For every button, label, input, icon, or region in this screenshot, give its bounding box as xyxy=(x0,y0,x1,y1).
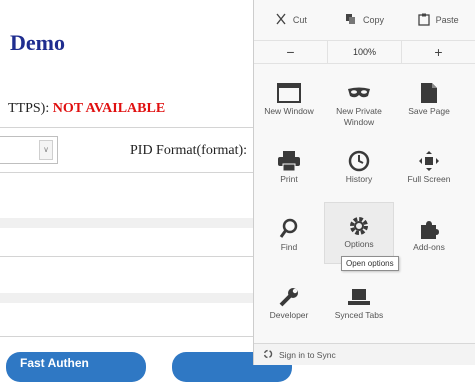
print-label: Print xyxy=(280,174,298,184)
sync-icon xyxy=(263,349,273,361)
sign-in-label: Sign in to Sync xyxy=(279,349,336,360)
chevron-down-icon[interactable]: ∨ xyxy=(39,140,53,160)
fullscreen-icon xyxy=(394,148,464,174)
sign-in-to-sync-button[interactable]: Sign in to Sync xyxy=(254,343,475,365)
edit-controls: Cut Copy Paste xyxy=(254,0,475,40)
copy-label: Copy xyxy=(363,15,385,25)
synced-tabs-label: Synced Tabs xyxy=(334,310,384,320)
synced-tabs-button[interactable]: Synced Tabs xyxy=(324,274,394,340)
scissors-icon xyxy=(275,13,287,27)
pid-format-label: PID Format(format): xyxy=(130,143,248,158)
options-label: Options xyxy=(344,239,374,249)
printer-icon xyxy=(254,148,324,174)
find-label: Find xyxy=(280,242,298,252)
add-ons-button[interactable]: Add-ons xyxy=(394,206,464,272)
zoom-in-button[interactable]: + xyxy=(402,41,475,63)
new-private-window-label: New Private Window xyxy=(336,106,382,127)
new-window-icon xyxy=(254,80,324,106)
copy-icon xyxy=(345,13,357,27)
synced-tabs-icon xyxy=(324,284,394,310)
divider xyxy=(0,172,253,173)
paste-button[interactable]: Paste xyxy=(401,0,475,40)
print-button[interactable]: Print xyxy=(254,138,324,204)
full-screen-label: Full Screen xyxy=(407,174,451,184)
cut-button[interactable]: Cut xyxy=(254,0,328,40)
status-line: TTPS): NOT AVAILABLE xyxy=(8,101,165,117)
full-screen-button[interactable]: Full Screen xyxy=(394,138,464,204)
puzzle-icon xyxy=(394,216,464,242)
history-button[interactable]: History xyxy=(324,138,394,204)
developer-label: Developer xyxy=(269,310,309,320)
page-title: Demo xyxy=(10,30,65,55)
history-label: History xyxy=(345,174,373,184)
status-label: TTPS): xyxy=(8,101,50,116)
divider xyxy=(0,256,253,257)
zoom-out-button[interactable]: − xyxy=(254,41,327,63)
find-button[interactable]: Find xyxy=(254,206,324,272)
form-row-band xyxy=(0,293,253,303)
zoom-controls: − 100% + xyxy=(254,40,475,64)
clipboard-icon xyxy=(418,13,430,28)
panel-menu: Cut Copy Paste − 100% + New Window New P… xyxy=(253,0,475,365)
fast-authen-button[interactable]: Fast Authen xyxy=(6,352,146,382)
new-window-button[interactable]: New Window xyxy=(254,70,324,136)
wrench-icon xyxy=(254,284,324,310)
paste-label: Paste xyxy=(435,15,459,25)
divider xyxy=(0,127,253,128)
clock-icon xyxy=(324,148,394,174)
magnifier-icon xyxy=(254,216,324,242)
zoom-level[interactable]: 100% xyxy=(327,41,402,63)
save-page-icon xyxy=(394,80,464,106)
format-select[interactable]: ∨ xyxy=(0,136,58,164)
save-page-label: Save Page xyxy=(408,106,450,116)
add-ons-label: Add-ons xyxy=(413,242,445,252)
divider xyxy=(0,336,253,337)
status-value: NOT AVAILABLE xyxy=(52,101,166,116)
new-window-label: New Window xyxy=(264,106,314,116)
gear-icon xyxy=(325,213,393,239)
private-mask-icon xyxy=(324,80,394,106)
form-row-band xyxy=(0,218,253,228)
developer-button[interactable]: Developer xyxy=(254,274,324,340)
cut-label: Cut xyxy=(292,15,307,25)
copy-button[interactable]: Copy xyxy=(328,0,402,40)
save-page-button[interactable]: Save Page xyxy=(394,70,464,136)
options-button[interactable]: Options xyxy=(324,202,394,264)
tooltip: Open options xyxy=(341,256,399,271)
new-private-window-button[interactable]: New Private Window xyxy=(324,70,394,136)
